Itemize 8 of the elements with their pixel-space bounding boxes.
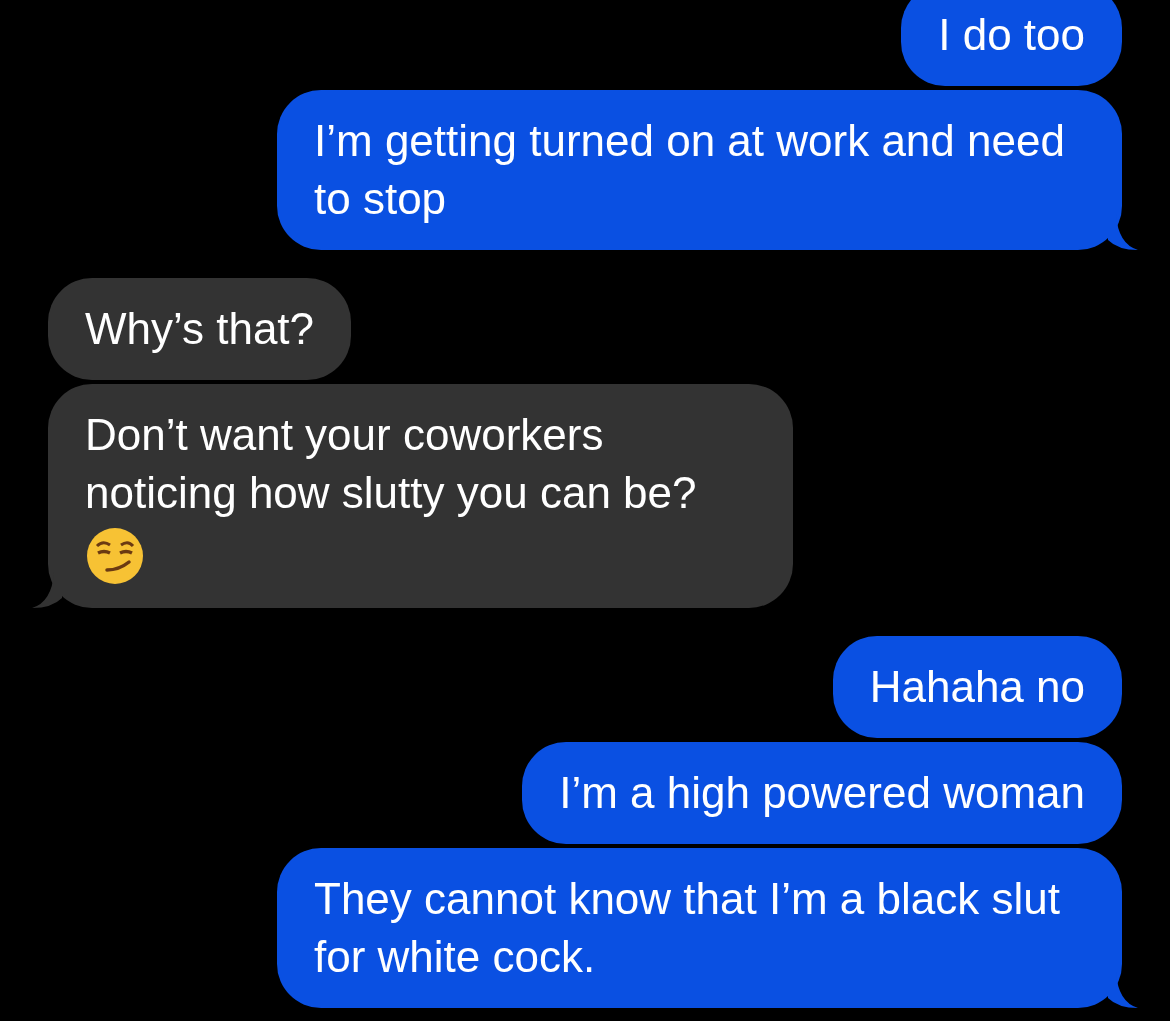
message-text: Hahaha no	[869, 662, 1085, 711]
message-text: I’m a high powered woman	[559, 768, 1085, 817]
smirking-face-icon	[85, 526, 145, 586]
message-text: They cannot know that I’m a black slut for white cock.	[314, 874, 1060, 981]
message-text: I do too	[938, 10, 1085, 59]
message-text: Why’s that?	[85, 304, 315, 353]
message-text: I’m getting turned on at work and need to stop	[314, 116, 1065, 223]
message-text: Don’t want your coworkers noticing how slutty you can be?	[85, 410, 697, 517]
